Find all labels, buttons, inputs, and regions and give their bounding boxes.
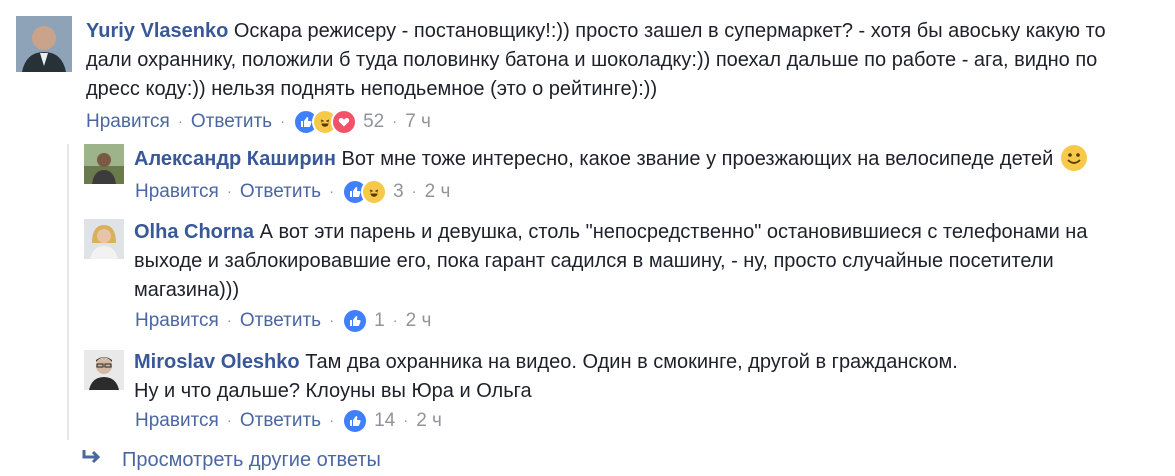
reaction-count[interactable]: 1 — [374, 309, 385, 333]
like-button[interactable]: Нравится — [86, 110, 170, 134]
separator-dot: · — [392, 312, 398, 329]
reactions-summary[interactable] — [342, 179, 388, 205]
comment-actions: Нравится · Ответить · 52 · 7 ч — [86, 109, 431, 135]
reactions-summary[interactable] — [342, 408, 369, 434]
separator-dot: · — [403, 412, 409, 429]
author-name[interactable]: Александр Каширин — [134, 148, 336, 170]
avatar[interactable] — [16, 16, 72, 72]
comment-text: Вот мне тоже интересно, какое звание у п… — [341, 148, 1054, 170]
timestamp[interactable]: 2 ч — [425, 180, 451, 204]
comment-body: Olha Chorna А вот эти парень и девушка, … — [134, 218, 1144, 305]
separator-dot: · — [177, 113, 183, 130]
reaction-count[interactable]: 14 — [374, 409, 395, 433]
comment-body: Александр Каширин Вот мне тоже интересно… — [134, 145, 1164, 174]
smile-emoji-icon — [1060, 145, 1087, 171]
avatar[interactable] — [84, 144, 124, 184]
like-icon — [342, 308, 369, 334]
separator-dot: · — [329, 312, 335, 329]
separator-dot: · — [329, 183, 335, 200]
love-icon — [331, 109, 358, 135]
reactions-summary[interactable] — [293, 109, 358, 135]
avatar[interactable] — [84, 219, 124, 259]
avatar[interactable] — [84, 350, 124, 390]
comment-text: А вот эти парень и девушка, столь "непос… — [134, 221, 1088, 301]
author-name[interactable]: Olha Chorna — [134, 221, 254, 243]
separator-dot: · — [392, 113, 398, 130]
timestamp[interactable]: 7 ч — [405, 110, 431, 134]
comment-text: Там два охранника на видео. Один в смоки… — [305, 351, 958, 373]
separator-dot: · — [411, 183, 417, 200]
comment-text: Ну и что дальше? Клоуны вы Юра и Ольга — [134, 380, 532, 402]
separator-dot: · — [226, 183, 232, 200]
separator-dot: · — [226, 412, 232, 429]
haha-icon — [361, 179, 388, 205]
separator-dot: · — [226, 312, 232, 329]
like-button[interactable]: Нравится — [135, 409, 219, 433]
comment-actions: Нравится · Ответить · 14 · 2 ч — [135, 408, 442, 434]
author-name[interactable]: Yuriy Vlasenko — [86, 20, 228, 42]
thread-line — [67, 144, 69, 440]
timestamp[interactable]: 2 ч — [406, 309, 432, 333]
reply-button[interactable]: Ответить — [240, 180, 321, 204]
reply-button[interactable]: Ответить — [240, 309, 321, 333]
separator-dot: · — [329, 412, 335, 429]
reaction-count[interactable]: 3 — [393, 180, 404, 204]
reactions-summary[interactable] — [342, 308, 369, 334]
separator-dot: · — [280, 113, 286, 130]
view-more-replies-label[interactable]: Просмотреть другие ответы — [122, 447, 381, 473]
reaction-count[interactable]: 52 — [363, 110, 384, 134]
comment-body: Miroslav Oleshko Там два охранника на ви… — [134, 348, 1144, 406]
like-icon — [342, 408, 369, 434]
reply-button[interactable]: Ответить — [240, 409, 321, 433]
comment-text: Оскара режисеру - постановщику!:)) прост… — [86, 20, 1106, 100]
author-name[interactable]: Miroslav Oleshko — [134, 351, 300, 373]
reply-button[interactable]: Ответить — [191, 110, 272, 134]
like-button[interactable]: Нравится — [135, 309, 219, 333]
comment-actions: Нравится · Ответить · 1 · 2 ч — [135, 308, 431, 334]
view-more-replies-link[interactable]: Просмотреть другие ответы — [80, 447, 381, 473]
reply-arrow-icon — [80, 447, 110, 473]
like-button[interactable]: Нравится — [135, 180, 219, 204]
timestamp[interactable]: 2 ч — [416, 409, 442, 433]
comment-actions: Нравится · Ответить · 3 · 2 ч — [135, 179, 450, 205]
comment-body: Yuriy Vlasenko Оскара режисеру - постано… — [86, 17, 1156, 104]
